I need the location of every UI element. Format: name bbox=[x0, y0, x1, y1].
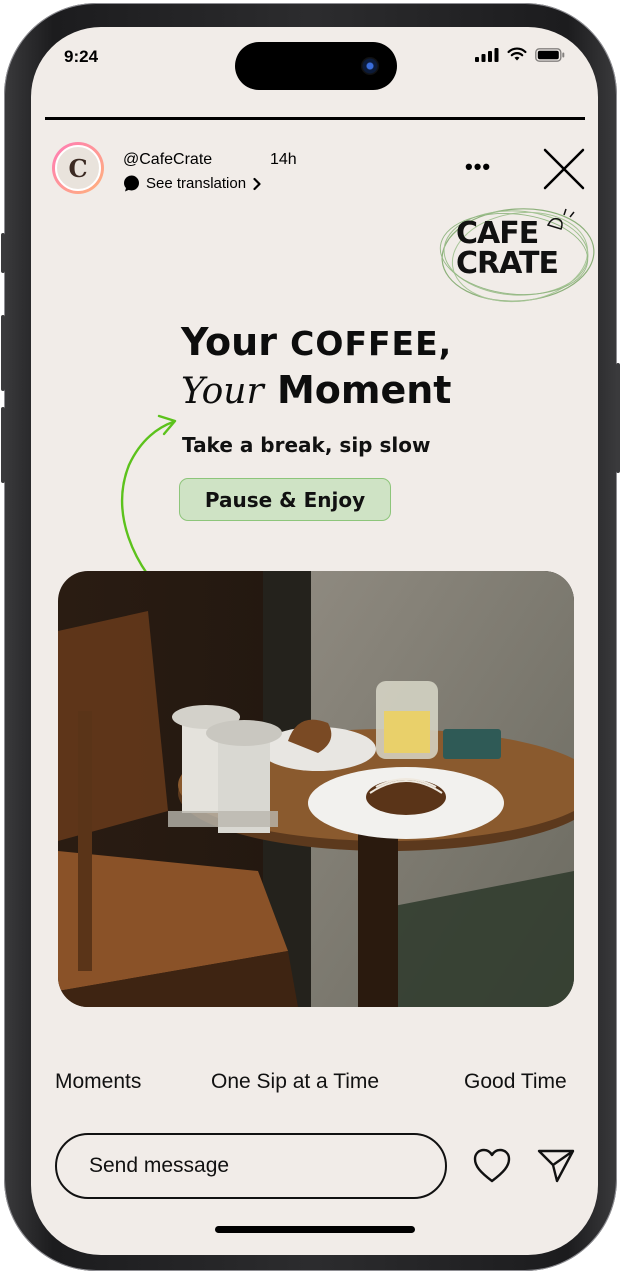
logo-wordmark: CAFE CRATE bbox=[456, 216, 559, 281]
headline-part-1: Your bbox=[181, 320, 291, 364]
headline-caps: COFFEE, bbox=[290, 324, 453, 363]
dynamic-island bbox=[235, 42, 397, 90]
action-button bbox=[1, 233, 5, 273]
tag-moments[interactable]: Moments bbox=[55, 1070, 141, 1094]
status-time: 9:24 bbox=[64, 47, 99, 66]
heart-icon[interactable] bbox=[472, 1147, 512, 1185]
send-icon[interactable] bbox=[535, 1145, 577, 1187]
tag-one-sip[interactable]: One Sip at a Time bbox=[211, 1070, 379, 1094]
close-icon[interactable] bbox=[542, 147, 586, 191]
send-message-input[interactable] bbox=[55, 1133, 447, 1199]
signal-icon bbox=[475, 48, 499, 62]
story-progress-fill bbox=[45, 117, 585, 120]
story-progress-bar bbox=[45, 117, 585, 120]
volume-up-button bbox=[1, 315, 5, 391]
subheadline: Take a break, sip slow bbox=[182, 433, 431, 457]
author-handle[interactable]: @CafeCrate bbox=[123, 151, 212, 169]
more-options-icon[interactable]: ••• bbox=[465, 154, 491, 180]
pause-and-enjoy-button[interactable]: Pause & Enjoy bbox=[179, 478, 391, 521]
phone-frame: 9:24 C @CafeCrate 14h See translation ••… bbox=[1, 3, 620, 1271]
power-button bbox=[616, 363, 620, 473]
chevron-right-icon bbox=[253, 177, 261, 190]
avatar[interactable]: C bbox=[52, 142, 104, 194]
logo-line-1: CAFE bbox=[456, 216, 539, 251]
wifi-icon bbox=[507, 47, 527, 61]
avatar-logo: C bbox=[55, 145, 101, 191]
tag-good-time[interactable]: Good Time bbox=[464, 1070, 567, 1094]
headline-end: Moment bbox=[263, 368, 452, 412]
translate-bubble-icon bbox=[124, 175, 139, 192]
see-translation-label: See translation bbox=[146, 175, 247, 192]
story-screen: 9:24 C @CafeCrate 14h See translation ••… bbox=[31, 27, 598, 1255]
coffee-scene-illustration bbox=[58, 571, 574, 1007]
post-time: 14h bbox=[270, 151, 297, 168]
logo-line-2: CRATE bbox=[456, 246, 559, 281]
volume-down-button bbox=[1, 407, 5, 483]
cafe-crate-logo: CAFE CRATE bbox=[436, 199, 596, 307]
hashtag-strip: Moments One Sip at a Time Good Time bbox=[31, 1070, 598, 1100]
see-translation-link[interactable]: See translation bbox=[123, 175, 262, 192]
status-icons bbox=[475, 47, 565, 62]
home-indicator bbox=[215, 1226, 415, 1233]
coffee-table-photo bbox=[58, 571, 574, 1007]
headline: Your COFFEE, Your Moment bbox=[181, 319, 452, 415]
battery-icon bbox=[535, 48, 565, 62]
camera-icon bbox=[361, 57, 379, 75]
